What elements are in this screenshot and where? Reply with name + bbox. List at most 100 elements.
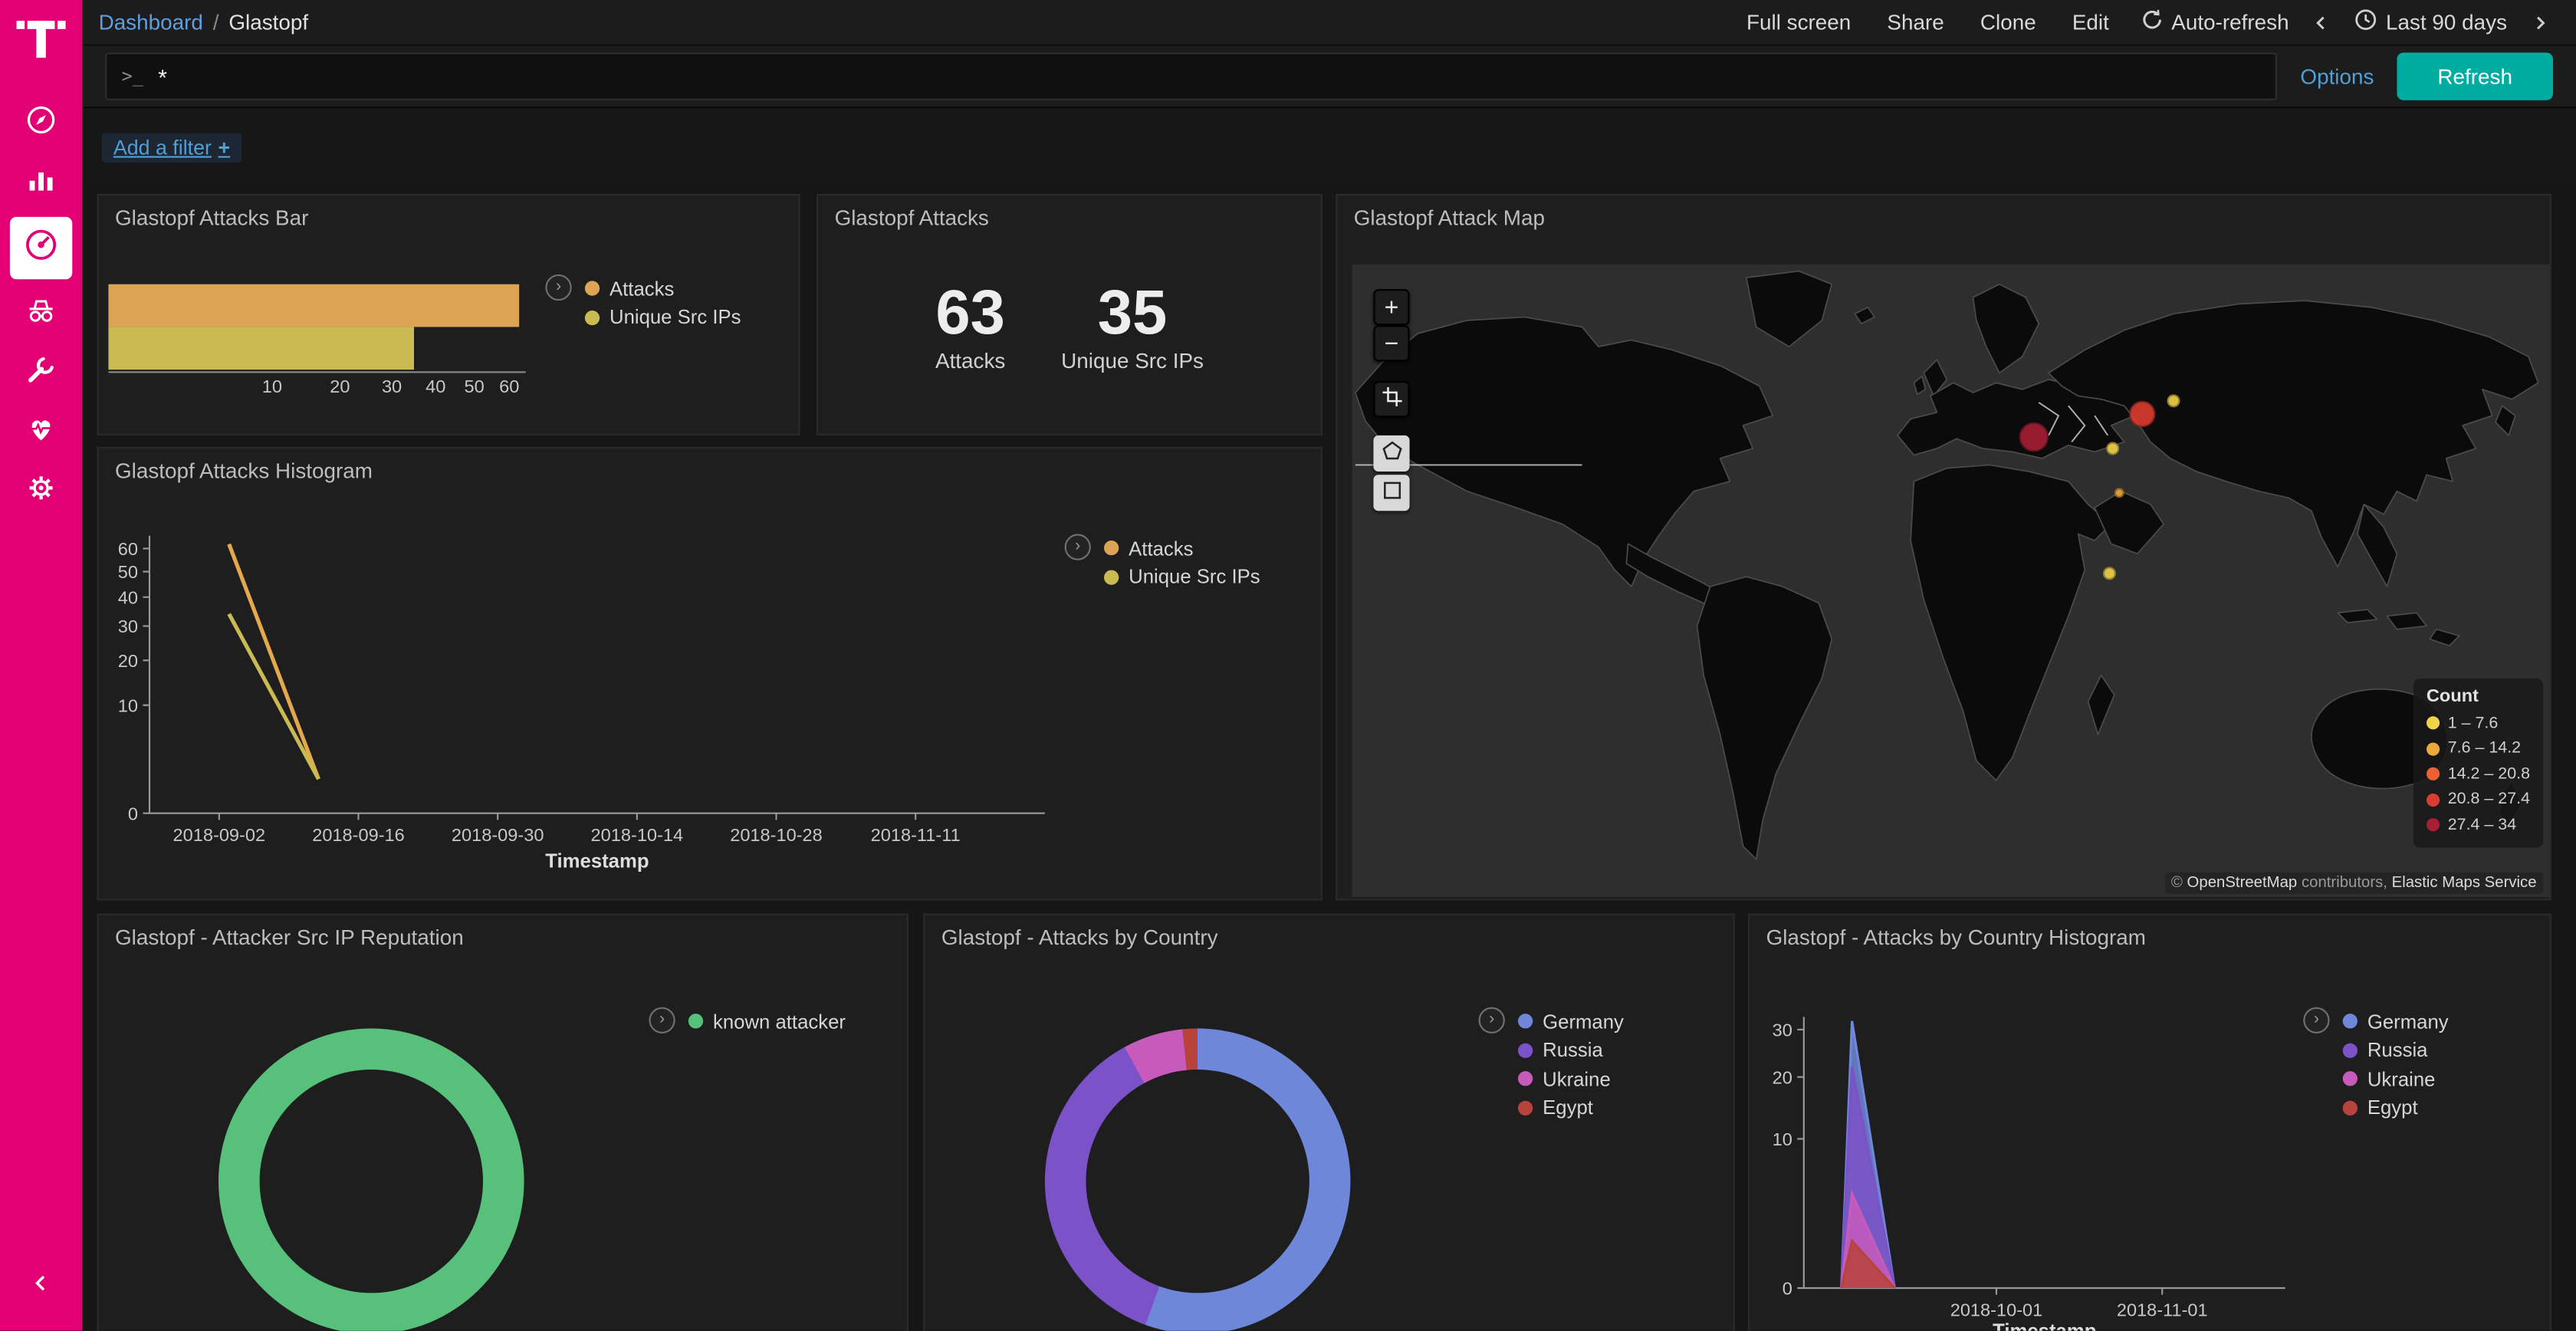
telekom-logo[interactable] bbox=[16, 10, 65, 67]
auto-refresh-button[interactable]: Auto-refresh bbox=[2141, 8, 2289, 36]
legend-item[interactable]: known attacker bbox=[688, 1007, 846, 1037]
panel-title: Glastopf Attacks Bar bbox=[115, 205, 308, 230]
time-forward-button[interactable] bbox=[2520, 11, 2559, 34]
query-bar: >_ Options Refresh bbox=[82, 46, 2576, 108]
legend-item[interactable]: Egypt bbox=[1518, 1093, 1624, 1122]
clock-icon bbox=[2354, 8, 2377, 36]
sidebar-item-discover[interactable] bbox=[10, 95, 72, 151]
rectangle-icon bbox=[1381, 479, 1402, 507]
svg-text:20: 20 bbox=[1773, 1067, 1792, 1087]
legend: › Germany Russia Ukraine Egypt bbox=[1479, 1007, 1624, 1122]
world-attack-map[interactable]: + − Count bbox=[1352, 265, 2550, 897]
legend-item[interactable]: Russia bbox=[2343, 1036, 2449, 1065]
query-input[interactable] bbox=[158, 64, 2261, 90]
svg-text:2018-09-02: 2018-09-02 bbox=[173, 825, 266, 845]
refresh-button[interactable]: Refresh bbox=[2397, 53, 2553, 100]
legend-item[interactable]: Germany bbox=[1518, 1007, 1624, 1037]
sidebar-item-tools[interactable] bbox=[10, 345, 72, 401]
share-button[interactable]: Share bbox=[1887, 10, 1944, 35]
kibana-dashboard-app: Dashboard / Glastopf Full screen Share C… bbox=[0, 0, 2576, 1331]
query-options-link[interactable]: Options bbox=[2300, 64, 2374, 89]
sidebar-item-settings[interactable] bbox=[10, 463, 72, 519]
legend-toggle-icon[interactable]: › bbox=[1479, 1007, 1505, 1034]
svg-text:30: 30 bbox=[1773, 1020, 1792, 1040]
panel-glastopf-attacks-metric: Glastopf Attacks 63 Attacks 35 Unique Sr… bbox=[816, 194, 1322, 435]
polygon-draw-button[interactable] bbox=[1373, 435, 1409, 472]
sidebar-item-attack-map[interactable] bbox=[10, 286, 72, 342]
panel-glastopf-attacks-bar: Glastopf Attacks Bar 102030405060 › Atta… bbox=[97, 194, 800, 435]
openstreetmap-link[interactable]: OpenStreetMap bbox=[2187, 874, 2298, 892]
legend-item[interactable]: Germany bbox=[2343, 1007, 2449, 1037]
svg-text:60: 60 bbox=[118, 539, 138, 559]
breadcrumb-dashboard-link[interactable]: Dashboard bbox=[99, 10, 203, 35]
panel-title: Glastopf Attacks bbox=[835, 205, 989, 230]
clone-button[interactable]: Clone bbox=[1980, 10, 2036, 35]
zoom-out-button[interactable]: − bbox=[1373, 325, 1409, 361]
add-filter-link[interactable]: Add a filter+ bbox=[102, 133, 242, 163]
svg-text:10: 10 bbox=[118, 695, 138, 715]
panel-glastopf-attack-map: Glastopf Attack Map bbox=[1336, 194, 2551, 900]
legend-item[interactable]: Attacks bbox=[1104, 534, 1260, 563]
legend-item[interactable]: Ukraine bbox=[1518, 1065, 1624, 1094]
legend: › Attacks Unique Src IPs bbox=[545, 274, 741, 332]
svg-text:2018-09-16: 2018-09-16 bbox=[312, 825, 405, 845]
query-input-box[interactable]: >_ bbox=[105, 53, 2277, 100]
x-axis-label: Timestamp bbox=[150, 850, 1045, 873]
panel-attacks-by-country: Glastopf - Attacks by Country › Germany … bbox=[923, 913, 1735, 1330]
svg-text:10: 10 bbox=[1773, 1129, 1792, 1149]
panel-glastopf-attacks-histogram: Glastopf Attacks Histogram 0102030405060… bbox=[97, 447, 1322, 900]
legend-item[interactable]: Russia bbox=[1518, 1036, 1624, 1065]
legend-item[interactable]: Ukraine bbox=[2343, 1065, 2449, 1094]
crop-icon bbox=[1381, 385, 1402, 412]
sidebar-item-visualize[interactable] bbox=[10, 154, 72, 210]
sidebar bbox=[0, 0, 82, 1331]
sidebar-item-health[interactable] bbox=[10, 404, 72, 460]
elastic-maps-service-link[interactable]: Elastic Maps Service bbox=[2392, 874, 2537, 892]
attack-point[interactable] bbox=[2102, 567, 2115, 580]
compass-icon bbox=[25, 103, 58, 144]
legend-item[interactable]: Unique Src IPs bbox=[585, 303, 741, 332]
legend-toggle-icon[interactable]: › bbox=[649, 1007, 675, 1034]
query-prompt-icon: >_ bbox=[122, 66, 143, 87]
zoom-in-button[interactable]: + bbox=[1373, 289, 1409, 325]
legend-item[interactable]: Egypt bbox=[2343, 1093, 2449, 1122]
metric-label: Attacks bbox=[935, 348, 1005, 373]
attack-point[interactable] bbox=[2106, 442, 2119, 455]
time-back-button[interactable] bbox=[2302, 11, 2341, 34]
bar-attacks[interactable] bbox=[108, 284, 519, 327]
x-axis-label: Timestamp bbox=[1804, 1319, 2285, 1331]
rectangle-draw-button[interactable] bbox=[1373, 475, 1409, 511]
horizontal-bar-chart[interactable]: 102030405060 bbox=[108, 284, 552, 424]
metric: 35 Unique Src IPs bbox=[1061, 281, 1204, 373]
donut-chart-country[interactable] bbox=[1045, 1028, 1351, 1330]
attack-point[interactable] bbox=[2129, 401, 2155, 427]
panel-attacker-src-ip-reputation: Glastopf - Attacker Src IP Reputation › … bbox=[97, 913, 909, 1330]
legend-toggle-icon[interactable]: › bbox=[2303, 1007, 2329, 1034]
sidebar-item-dashboard[interactable] bbox=[10, 217, 72, 279]
donut-chart-reputation[interactable] bbox=[219, 1028, 524, 1330]
bar-unique-src-ips[interactable] bbox=[108, 327, 414, 370]
crop-tool-button[interactable] bbox=[1373, 381, 1409, 417]
legend-title: Count bbox=[2426, 686, 2530, 706]
legend-toggle-icon[interactable]: › bbox=[545, 274, 571, 301]
attack-point[interactable] bbox=[2019, 422, 2049, 452]
legend-toggle-icon[interactable]: › bbox=[1065, 534, 1091, 560]
sidebar-collapse-button[interactable] bbox=[10, 1258, 72, 1314]
metric-group: 63 Attacks 35 Unique Src IPs bbox=[818, 281, 1321, 373]
legend: › Germany Russia Ukraine Egypt bbox=[2303, 1007, 2448, 1122]
legend-item[interactable]: Attacks bbox=[585, 274, 741, 304]
area-chart[interactable]: 01020302018-10-012018-11-01 bbox=[1750, 915, 2550, 1331]
line-chart[interactable]: 01020304050602018-09-022018-09-162018-09… bbox=[99, 449, 1321, 899]
dashboard-gauge-icon bbox=[23, 226, 59, 271]
legend-item[interactable]: Unique Src IPs bbox=[1104, 563, 1260, 592]
metric-value-attacks: 63 bbox=[935, 281, 1005, 347]
map-count-legend: Count 1 – 7.6 7.6 – 14.2 14.2 – 20.8 20.… bbox=[2413, 678, 2543, 848]
full-screen-button[interactable]: Full screen bbox=[1746, 10, 1851, 35]
edit-button[interactable]: Edit bbox=[2072, 10, 2109, 35]
panel-attacks-by-country-histogram: Glastopf - Attacks by Country Histogram … bbox=[1748, 913, 2551, 1330]
breadcrumb-separator: / bbox=[213, 10, 219, 35]
panel-title: Glastopf Attack Map bbox=[1354, 205, 1545, 230]
legend: › known attacker bbox=[649, 1007, 846, 1037]
refresh-cycle-icon bbox=[2141, 8, 2164, 36]
time-range-picker[interactable]: Last 90 days bbox=[2354, 8, 2507, 36]
